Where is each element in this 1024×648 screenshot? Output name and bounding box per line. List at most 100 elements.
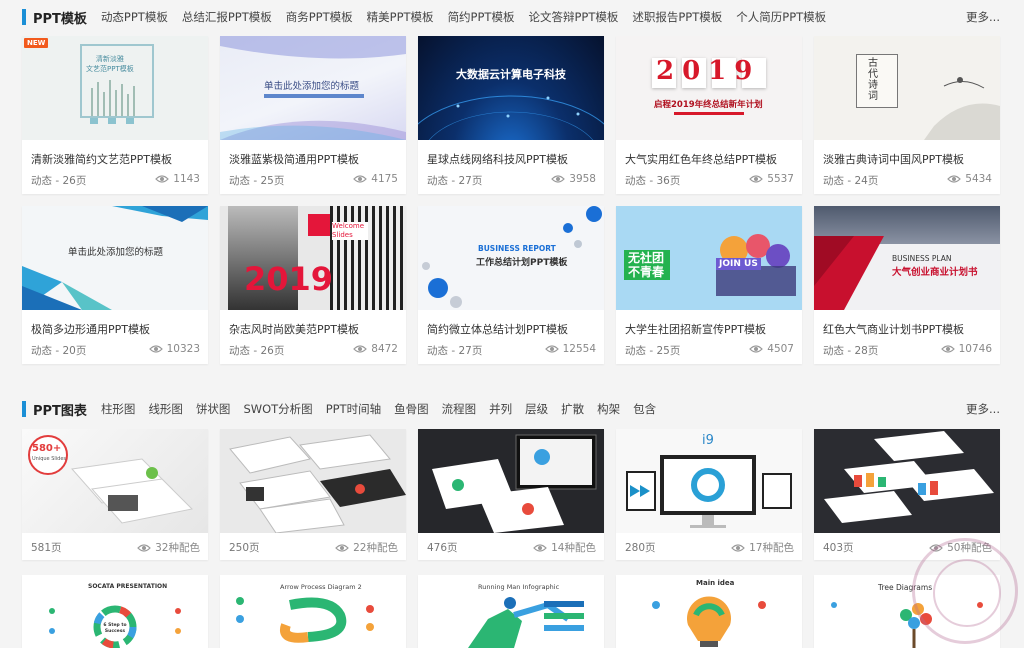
tab-swot[interactable]: SWOT分析图	[243, 401, 312, 417]
eye-icon	[947, 175, 962, 183]
chart-card[interactable]: 476页 14种配色	[418, 429, 604, 560]
tab-bar-chart[interactable]: 柱形图	[101, 401, 136, 417]
template-card[interactable]: 无社团 不青春 JOIN US 大学生社团招新宣传PPT模板 动态 - 25页 …	[616, 206, 802, 364]
template-name[interactable]: 星球点线网络科技风PPT模板	[427, 151, 568, 167]
template-name[interactable]: 大气实用红色年终总结PPT模板	[625, 151, 777, 167]
template-thumbnail[interactable]: 清新淡雅 文艺范PPT模板	[22, 36, 208, 140]
chart-thumbnail[interactable]: Main idea	[616, 575, 802, 648]
tab-flowchart[interactable]: 流程图	[442, 401, 477, 417]
chart-thumbnail[interactable]: 580+ Unique Slides	[22, 429, 208, 533]
chart-thumbnail[interactable]: i9	[616, 429, 802, 533]
chart-page-count: 280页	[625, 542, 656, 554]
template-thumbnail[interactable]: 无社团 不青春 JOIN US	[616, 206, 802, 310]
chart-card[interactable]: 250页 22种配色	[220, 429, 406, 560]
eye-icon	[148, 345, 163, 353]
template-name[interactable]: 淡雅古典诗词中国风PPT模板	[823, 151, 964, 167]
tab-summary-report[interactable]: 总结汇报PPT模板	[182, 9, 272, 25]
charts-more-link[interactable]: 更多...	[966, 401, 1000, 417]
template-card[interactable]: Welcome Slides 2019 杂志风时尚欧美范PPT模板 动态 - 2…	[220, 206, 406, 364]
seal-inner-ring	[933, 559, 1001, 627]
template-meta: 动态 - 27页	[427, 175, 483, 187]
template-thumbnail[interactable]: 单击此处添加您的标题	[22, 206, 208, 310]
template-thumbnail[interactable]: 大数据云计算电子科技	[418, 36, 604, 140]
template-meta: 动态 - 25页	[625, 345, 681, 357]
palette-icon	[137, 543, 151, 552]
tab-fishbone[interactable]: 鱼骨图	[394, 401, 429, 417]
template-card[interactable]: 古代诗词 淡雅古典诗词中国风PPT模板 动态 - 24页 5434	[814, 36, 1000, 194]
tab-exquisite[interactable]: 精美PPT模板	[367, 9, 434, 25]
tab-work-report[interactable]: 述职报告PPT模板	[632, 9, 722, 25]
section-accent-bar	[22, 9, 26, 25]
template-card[interactable]: 大数据云计算电子科技 星球点线网络科技风PPT模板 动态 - 27页 3958	[418, 36, 604, 194]
template-thumbnail[interactable]: Welcome Slides 2019	[220, 206, 406, 310]
chart-thumbnail[interactable]	[220, 429, 406, 533]
tab-simple[interactable]: 简约PPT模板	[448, 9, 515, 25]
tab-resume[interactable]: 个人简历PPT模板	[736, 9, 826, 25]
chart-card[interactable]: SOCATA PRESENTATION 6 Step to Success	[22, 575, 208, 648]
template-thumbnail[interactable]: 单击此处添加您的标题	[220, 36, 406, 140]
chart-card[interactable]: 580+ Unique Slides 581页 32种配色	[22, 429, 208, 560]
tab-pie-chart[interactable]: 饼状图	[196, 401, 231, 417]
tab-hierarchy[interactable]: 层级	[525, 401, 548, 417]
template-meta: 动态 - 36页	[625, 175, 681, 187]
template-name[interactable]: 杂志风时尚欧美范PPT模板	[229, 321, 359, 337]
new-badge: NEW	[24, 38, 49, 48]
templates-section-header: PPT模板 动态PPT模板 总结汇报PPT模板 商务PPT模板 精美PPT模板 …	[22, 6, 1000, 28]
template-card[interactable]: BUSINESS REPORT 工作总结计划PPT模板 简约微立体总结计划PPT…	[418, 206, 604, 364]
view-count: 5537	[749, 173, 794, 185]
tab-parallel[interactable]: 并列	[489, 401, 512, 417]
template-card[interactable]: 清新淡雅 文艺范PPT模板 NEW 清新淡雅简约文艺范PPT模板 动态 - 26…	[22, 36, 208, 194]
eye-icon	[155, 175, 170, 183]
templates-more-link[interactable]: 更多...	[966, 9, 1000, 25]
chart-card[interactable]: Running Man Infographic	[418, 575, 604, 648]
eye-icon	[749, 175, 764, 183]
color-scheme-count: 32种配色	[137, 540, 200, 555]
chart-thumbnail[interactable]	[814, 429, 1000, 533]
template-meta: 动态 - 24页	[823, 175, 879, 187]
tab-diffusion[interactable]: 扩散	[561, 401, 584, 417]
eye-icon	[749, 345, 764, 353]
chart-thumbnail[interactable]: Running Man Infographic	[418, 575, 604, 648]
template-name[interactable]: 清新淡雅简约文艺范PPT模板	[31, 151, 172, 167]
template-name[interactable]: 淡雅蓝紫极简通用PPT模板	[229, 151, 359, 167]
template-card[interactable]: 单击此处添加您的标题 淡雅蓝紫极简通用PPT模板 动态 - 25页 4175	[220, 36, 406, 194]
templates-section-title: PPT模板	[33, 11, 87, 27]
template-meta: 动态 - 27页	[427, 345, 483, 357]
template-thumbnail[interactable]: 古代诗词	[814, 36, 1000, 140]
template-card[interactable]: 2019 启程2019年终总结新年计划 大气实用红色年终总结PPT模板 动态 -…	[616, 36, 802, 194]
tab-thesis-defense[interactable]: 论文答辩PPT模板	[528, 9, 618, 25]
tab-timeline[interactable]: PPT时间轴	[326, 401, 381, 417]
template-name[interactable]: 极简多边形通用PPT模板	[31, 321, 150, 337]
chart-card[interactable]: i9 280页 17种配色	[616, 429, 802, 560]
view-count: 10323	[148, 343, 200, 355]
chart-card[interactable]: Main idea	[616, 575, 802, 648]
chart-thumbnail[interactable]: Arrow Process Diagram 2	[220, 575, 406, 648]
view-count: 8472	[353, 343, 398, 355]
tab-dynamic-ppt[interactable]: 动态PPT模板	[101, 9, 168, 25]
tab-inclusion[interactable]: 包含	[633, 401, 656, 417]
eye-icon	[353, 175, 368, 183]
template-meta: 动态 - 28页	[823, 345, 879, 357]
template-name[interactable]: 大学生社团招新宣传PPT模板	[625, 321, 766, 337]
university-seal-watermark	[912, 538, 1018, 644]
template-meta: 动态 - 20页	[31, 345, 87, 357]
tab-architecture[interactable]: 构架	[597, 401, 620, 417]
section-accent-bar	[22, 401, 26, 417]
template-thumbnail[interactable]: BUSINESS REPORT 工作总结计划PPT模板	[418, 206, 604, 310]
chart-thumbnail[interactable]: SOCATA PRESENTATION 6 Step to Success	[22, 575, 208, 648]
template-name[interactable]: 简约微立体总结计划PPT模板	[427, 321, 568, 337]
eye-icon	[353, 345, 368, 353]
template-card[interactable]: 单击此处添加您的标题 极简多边形通用PPT模板 动态 - 20页 10323	[22, 206, 208, 364]
template-thumbnail[interactable]: 2019 启程2019年终总结新年计划	[616, 36, 802, 140]
chart-page-count: 581页	[31, 542, 62, 554]
palette-icon	[533, 543, 547, 552]
template-thumbnail[interactable]: BUSINESS PLAN 大气创业商业计划书	[814, 206, 1000, 310]
chart-card[interactable]: Arrow Process Diagram 2	[220, 575, 406, 648]
tab-business[interactable]: 商务PPT模板	[286, 9, 353, 25]
color-scheme-count: 14种配色	[533, 540, 596, 555]
color-scheme-count: 22种配色	[335, 540, 398, 555]
template-name[interactable]: 红色大气商业计划书PPT模板	[823, 321, 964, 337]
tab-line-chart[interactable]: 线形图	[148, 401, 183, 417]
chart-thumbnail[interactable]	[418, 429, 604, 533]
template-card[interactable]: BUSINESS PLAN 大气创业商业计划书 红色大气商业计划书PPT模板 动…	[814, 206, 1000, 364]
